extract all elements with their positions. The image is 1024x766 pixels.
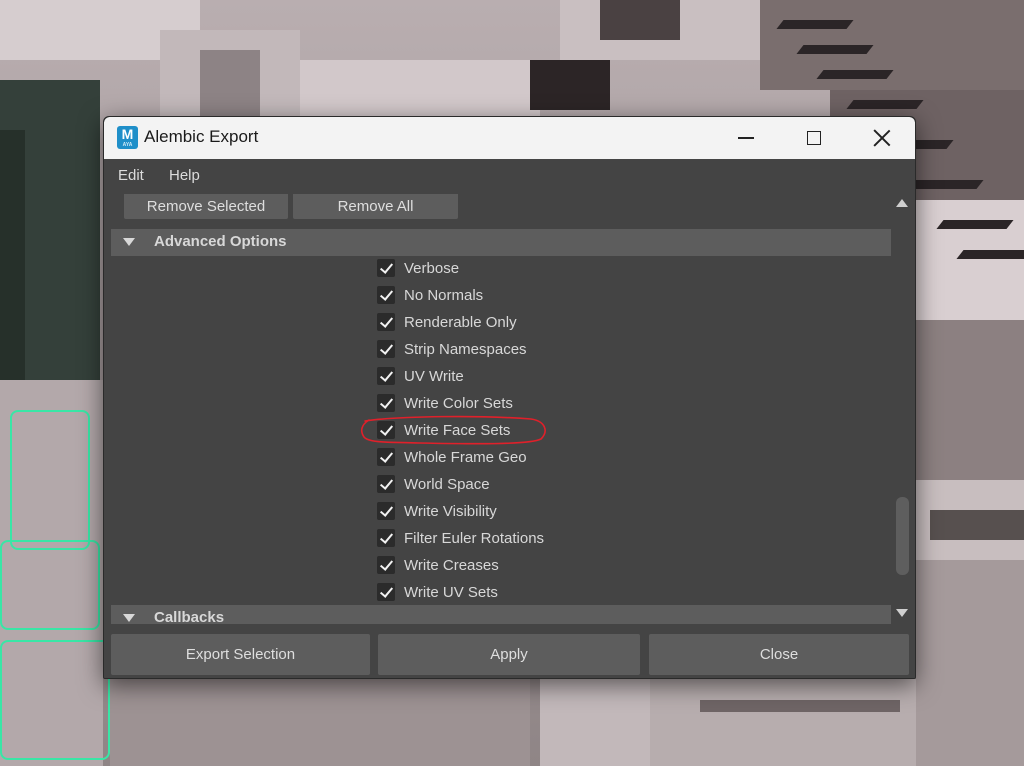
menu-bar: Edit Help	[104, 159, 915, 194]
checkbox-checked[interactable]	[377, 286, 395, 304]
option-renderable-only[interactable]: Renderable Only	[377, 311, 517, 333]
checkbox-checked[interactable]	[377, 259, 395, 277]
options-scroll-area[interactable]: Remove Selected Remove All Advanced Opti…	[109, 194, 891, 624]
title-bar[interactable]: M AYA Alembic Export	[104, 117, 915, 159]
option-verbose[interactable]: Verbose	[377, 257, 459, 279]
option-label: Write Color Sets	[404, 394, 513, 412]
option-no-normals[interactable]: No Normals	[377, 284, 483, 306]
scrollbar-thumb[interactable]	[896, 497, 909, 575]
checkbox-checked[interactable]	[377, 583, 395, 601]
maximize-button[interactable]	[784, 117, 844, 159]
apply-button[interactable]: Apply	[378, 634, 640, 675]
option-world-space[interactable]: World Space	[377, 473, 490, 495]
option-uv-write[interactable]: UV Write	[377, 365, 464, 387]
window-title: Alembic Export	[144, 127, 259, 146]
option-label: Verbose	[404, 259, 460, 277]
maya-icon: M AYA	[117, 126, 138, 149]
checkbox-checked[interactable]	[377, 421, 395, 439]
option-label: Renderable Only	[404, 313, 517, 331]
option-write-uv-sets[interactable]: Write UV Sets	[377, 581, 498, 603]
checkbox-checked[interactable]	[377, 340, 395, 358]
advanced-options-header[interactable]: Advanced Options	[111, 229, 891, 256]
vertical-scrollbar[interactable]	[891, 194, 913, 624]
option-label: UV Write	[404, 367, 464, 385]
option-label: Filter Euler Rotations	[404, 529, 545, 547]
checkbox-checked[interactable]	[377, 502, 395, 520]
option-label: Write UV Sets	[404, 583, 498, 601]
option-filter-euler-rotations[interactable]: Filter Euler Rotations	[377, 527, 544, 549]
callbacks-title: Callbacks	[154, 609, 225, 624]
option-write-visibility[interactable]: Write Visibility	[377, 500, 497, 522]
menu-edit[interactable]: Edit	[118, 167, 144, 184]
callbacks-header[interactable]: Callbacks	[111, 605, 891, 624]
option-label: Write Visibility	[404, 502, 497, 520]
checkbox-checked[interactable]	[377, 448, 395, 466]
option-label: Write Face Sets	[404, 421, 511, 439]
maximize-icon	[807, 131, 821, 145]
close-icon	[873, 129, 891, 147]
scroll-up-arrow-icon[interactable]	[896, 199, 908, 207]
advanced-options-title: Advanced Options	[154, 233, 287, 250]
dialog-button-bar: Export Selection Apply Close	[104, 624, 915, 678]
checkbox-checked[interactable]	[377, 529, 395, 547]
collapse-triangle-icon	[123, 614, 135, 622]
remove-all-button[interactable]: Remove All	[293, 194, 458, 219]
collapse-triangle-icon	[123, 238, 135, 246]
menu-help[interactable]: Help	[169, 167, 200, 184]
checkbox-checked[interactable]	[377, 475, 395, 493]
checkbox-checked[interactable]	[377, 556, 395, 574]
option-label: World Space	[404, 475, 490, 493]
close-window-button[interactable]	[852, 117, 912, 159]
alembic-export-dialog: M AYA Alembic Export Edit Help Remove Se…	[103, 116, 916, 679]
option-label: Write Creases	[404, 556, 499, 574]
option-label: No Normals	[404, 286, 484, 304]
option-label: Strip Namespaces	[404, 340, 527, 358]
checkbox-checked[interactable]	[377, 367, 395, 385]
option-write-creases[interactable]: Write Creases	[377, 554, 499, 576]
close-button[interactable]: Close	[649, 634, 909, 675]
remove-selected-button[interactable]: Remove Selected	[124, 194, 288, 219]
minimize-icon	[738, 137, 754, 139]
export-selection-button[interactable]: Export Selection	[111, 634, 370, 675]
checkbox-checked[interactable]	[377, 313, 395, 331]
option-write-face-sets[interactable]: Write Face Sets	[377, 419, 510, 441]
option-write-color-sets[interactable]: Write Color Sets	[377, 392, 513, 414]
option-label: Whole Frame Geo	[404, 448, 527, 466]
option-strip-namespaces[interactable]: Strip Namespaces	[377, 338, 527, 360]
checkbox-checked[interactable]	[377, 394, 395, 412]
advanced-options-body: Verbose No Normals Renderable Only Strip…	[111, 257, 891, 606]
minimize-button[interactable]	[716, 117, 776, 159]
option-whole-frame-geo[interactable]: Whole Frame Geo	[377, 446, 527, 468]
scroll-down-arrow-icon[interactable]	[896, 609, 908, 617]
